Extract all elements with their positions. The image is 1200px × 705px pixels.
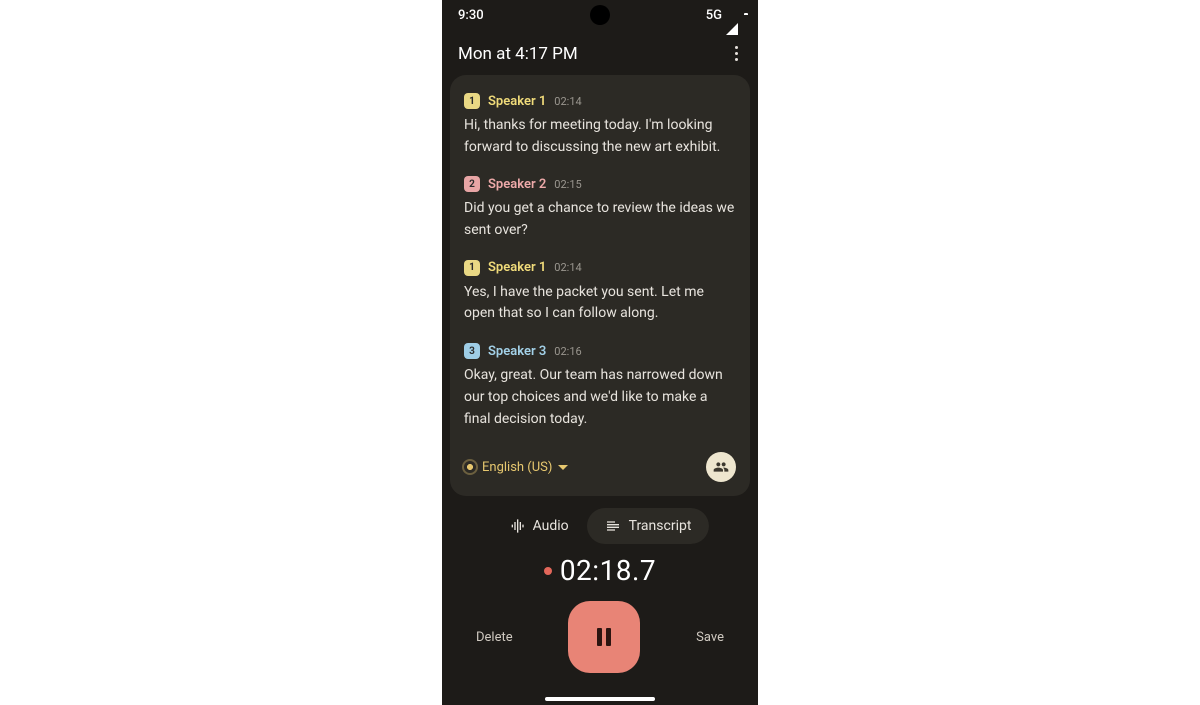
entry-timestamp: 02:14	[554, 95, 581, 108]
status-right: 5G	[706, 8, 742, 23]
tab-audio-label: Audio	[533, 518, 569, 534]
elapsed-time: 02:18.7	[560, 554, 656, 587]
waveform-icon	[509, 518, 525, 534]
network-label: 5G	[706, 8, 722, 23]
tab-transcript-label: Transcript	[629, 518, 692, 534]
entry-timestamp: 02:16	[554, 345, 581, 358]
status-time: 9:30	[458, 8, 484, 23]
entry-header: 2 Speaker 2 02:15	[464, 176, 736, 192]
card-footer: English (US)	[458, 442, 742, 486]
language-label: English (US)	[482, 460, 552, 475]
entry-text: Yes, I have the packet you sent. Let me …	[464, 282, 736, 325]
entry-timestamp: 02:15	[554, 178, 581, 191]
transcript-entry[interactable]: 2 Speaker 2 02:15 Did you get a chance to r…	[458, 170, 742, 253]
controls: Audio Transcript 02:18.7 Delete Save	[442, 496, 758, 705]
chevron-down-icon	[558, 465, 568, 470]
transcript-entry[interactable]: 1 Speaker 1 02:14 Yes, I have the packet yo…	[458, 254, 742, 337]
speaker-name: Speaker 1	[488, 260, 546, 275]
language-selector[interactable]: English (US)	[464, 460, 568, 475]
speaker-badge: 1	[464, 260, 480, 276]
group-icon	[713, 459, 729, 475]
transcript-entry[interactable]: 1 Speaker 1 02:14 Hi, thanks for meeting to…	[458, 87, 742, 170]
timer-row: 02:18.7	[544, 554, 656, 587]
tab-transcript[interactable]: Transcript	[587, 508, 710, 544]
speaker-name: Speaker 1	[488, 94, 546, 109]
view-segmented-control: Audio Transcript	[491, 508, 710, 544]
phone-frame: 9:30 5G Mon at 4:17 PM 1 Speaker 1 02:14 Hi…	[442, 0, 758, 705]
delete-button[interactable]: Delete	[476, 630, 513, 645]
navigation-pill[interactable]	[545, 697, 655, 701]
transcript-card: 1 Speaker 1 02:14 Hi, thanks for meeting to…	[450, 75, 750, 496]
signal-icon	[726, 8, 738, 23]
camera-hole	[590, 5, 610, 25]
speaker-name: Speaker 3	[488, 344, 546, 359]
action-row: Delete Save	[442, 587, 758, 673]
status-bar: 9:30 5G	[442, 0, 758, 30]
page-title: Mon at 4:17 PM	[458, 44, 578, 64]
pause-record-button[interactable]	[568, 601, 640, 673]
entry-header: 1 Speaker 1 02:14	[464, 260, 736, 276]
pause-icon	[597, 628, 611, 646]
transcript-entry[interactable]: 3 Speaker 3 02:16 Okay, great. Our team has…	[458, 337, 742, 442]
speaker-badge: 1	[464, 93, 480, 109]
save-button[interactable]: Save	[696, 630, 724, 645]
speaker-name: Speaker 2	[488, 177, 546, 192]
transcript-icon	[605, 518, 621, 534]
language-indicator-icon	[464, 461, 476, 473]
speakers-button[interactable]	[706, 452, 736, 482]
entry-text: Hi, thanks for meeting today. I'm lookin…	[464, 115, 736, 158]
speaker-badge: 3	[464, 343, 480, 359]
entry-timestamp: 02:14	[554, 261, 581, 274]
more-options-button[interactable]	[731, 42, 742, 65]
app-header: Mon at 4:17 PM	[442, 30, 758, 75]
tab-audio[interactable]: Audio	[491, 508, 587, 544]
entry-text: Did you get a chance to review the ideas…	[464, 198, 736, 241]
entry-header: 3 Speaker 3 02:16	[464, 343, 736, 359]
entry-text: Okay, great. Our team has narrowed down …	[464, 365, 736, 430]
recording-indicator-icon	[544, 567, 552, 575]
entry-header: 1 Speaker 1 02:14	[464, 93, 736, 109]
speaker-badge: 2	[464, 176, 480, 192]
